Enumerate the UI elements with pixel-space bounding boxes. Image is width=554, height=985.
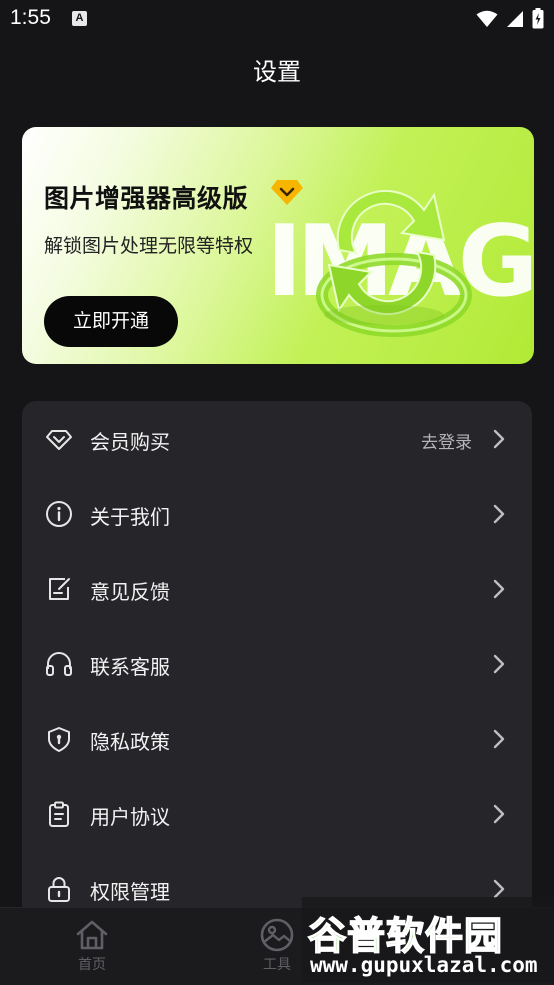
vip-diamond-icon xyxy=(271,180,303,205)
diamond-icon xyxy=(46,430,72,450)
signal-icon xyxy=(507,10,523,27)
menu-item-privacy-policy[interactable]: 隐私政策 xyxy=(22,701,532,776)
watermark-brand: 谷普软件园 xyxy=(307,913,504,959)
menu-label: 联系客服 xyxy=(90,655,170,679)
lock-icon xyxy=(48,877,70,902)
login-link[interactable]: 去登录 xyxy=(421,428,472,453)
status-time: 1:55 xyxy=(10,6,51,29)
menu-label: 用户协议 xyxy=(90,805,170,829)
info-icon xyxy=(46,501,72,527)
menu-label: 权限管理 xyxy=(90,880,170,904)
refresh-ring-icon xyxy=(316,189,472,337)
chevron-right-icon xyxy=(493,429,505,449)
nav-label: 工具 xyxy=(263,957,291,973)
premium-banner[interactable]: IMAGE 图片增强器高级版 解锁图片处理无限等特权 立即开通 xyxy=(22,127,534,364)
status-icons xyxy=(476,8,544,29)
activate-now-button[interactable]: 立即开通 xyxy=(44,296,178,347)
menu-label: 关于我们 xyxy=(90,505,170,529)
nav-tab-tools[interactable]: 工具 xyxy=(247,918,307,974)
banner-title: 图片增强器高级版 xyxy=(44,184,249,213)
headphones-icon xyxy=(46,652,72,676)
chevron-right-icon xyxy=(493,729,505,749)
shield-icon xyxy=(48,727,70,752)
banner-subtitle: 解锁图片处理无限等特权 xyxy=(44,235,254,257)
nav-label: 首页 xyxy=(78,957,106,973)
status-bar: 1:55 A xyxy=(0,0,554,38)
menu-item-membership[interactable]: 会员购买 去登录 xyxy=(22,401,532,476)
chevron-right-icon xyxy=(493,654,505,674)
chevron-right-icon xyxy=(493,504,505,524)
menu-label: 隐私政策 xyxy=(90,730,170,754)
menu-item-feedback[interactable]: 意见反馈 xyxy=(22,551,532,626)
chevron-right-icon xyxy=(493,579,505,599)
battery-icon xyxy=(532,8,544,29)
watermark-url: www.gupuxlazal.com xyxy=(310,953,538,977)
menu-item-user-agreement[interactable]: 用户协议 xyxy=(22,776,532,851)
image-tool-icon xyxy=(260,918,294,952)
feedback-icon xyxy=(49,578,70,600)
wifi-icon xyxy=(476,10,498,27)
settings-menu: 会员购买 去登录 关于我们 意见反馈 联系客服 隐私政策 用户协议 权限管理 xyxy=(22,401,532,961)
watermark: 谷普软件园 www.gupuxlazal.com xyxy=(302,897,554,983)
menu-label: 会员购买 xyxy=(90,430,170,454)
chevron-right-icon xyxy=(493,804,505,824)
notification-a-icon: A xyxy=(72,11,87,26)
menu-label: 意见反馈 xyxy=(90,580,170,604)
settings-screen: 1:55 A 设置 IMAGE 图片增强器高级版 xyxy=(0,0,554,985)
nav-tab-home[interactable]: 首页 xyxy=(62,918,122,974)
page-title: 设置 xyxy=(253,58,301,86)
menu-item-about-us[interactable]: 关于我们 xyxy=(22,476,532,551)
home-icon xyxy=(76,920,108,950)
menu-item-customer-service[interactable]: 联系客服 xyxy=(22,626,532,701)
clipboard-icon xyxy=(49,801,69,827)
